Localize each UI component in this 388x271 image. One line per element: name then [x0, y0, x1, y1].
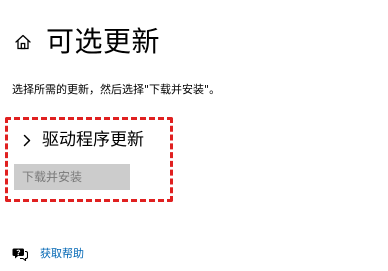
page-header: 可选更新 — [14, 26, 160, 58]
driver-updates-title: 驱动程序更新 — [42, 130, 144, 150]
get-help-label: 获取帮助 — [40, 247, 84, 260]
home-icon[interactable] — [14, 33, 32, 51]
driver-updates-expander[interactable]: 驱动程序更新 — [22, 129, 144, 151]
chevron-right-icon — [22, 133, 32, 147]
page-title: 可选更新 — [46, 25, 161, 58]
download-install-button[interactable]: 下载并安装 — [14, 164, 130, 190]
get-help-link[interactable]: 获取帮助 — [12, 247, 84, 261]
description-text: 选择所需的更新，然后选择"下载并安装"。 — [12, 83, 221, 96]
help-chat-icon — [12, 247, 28, 261]
